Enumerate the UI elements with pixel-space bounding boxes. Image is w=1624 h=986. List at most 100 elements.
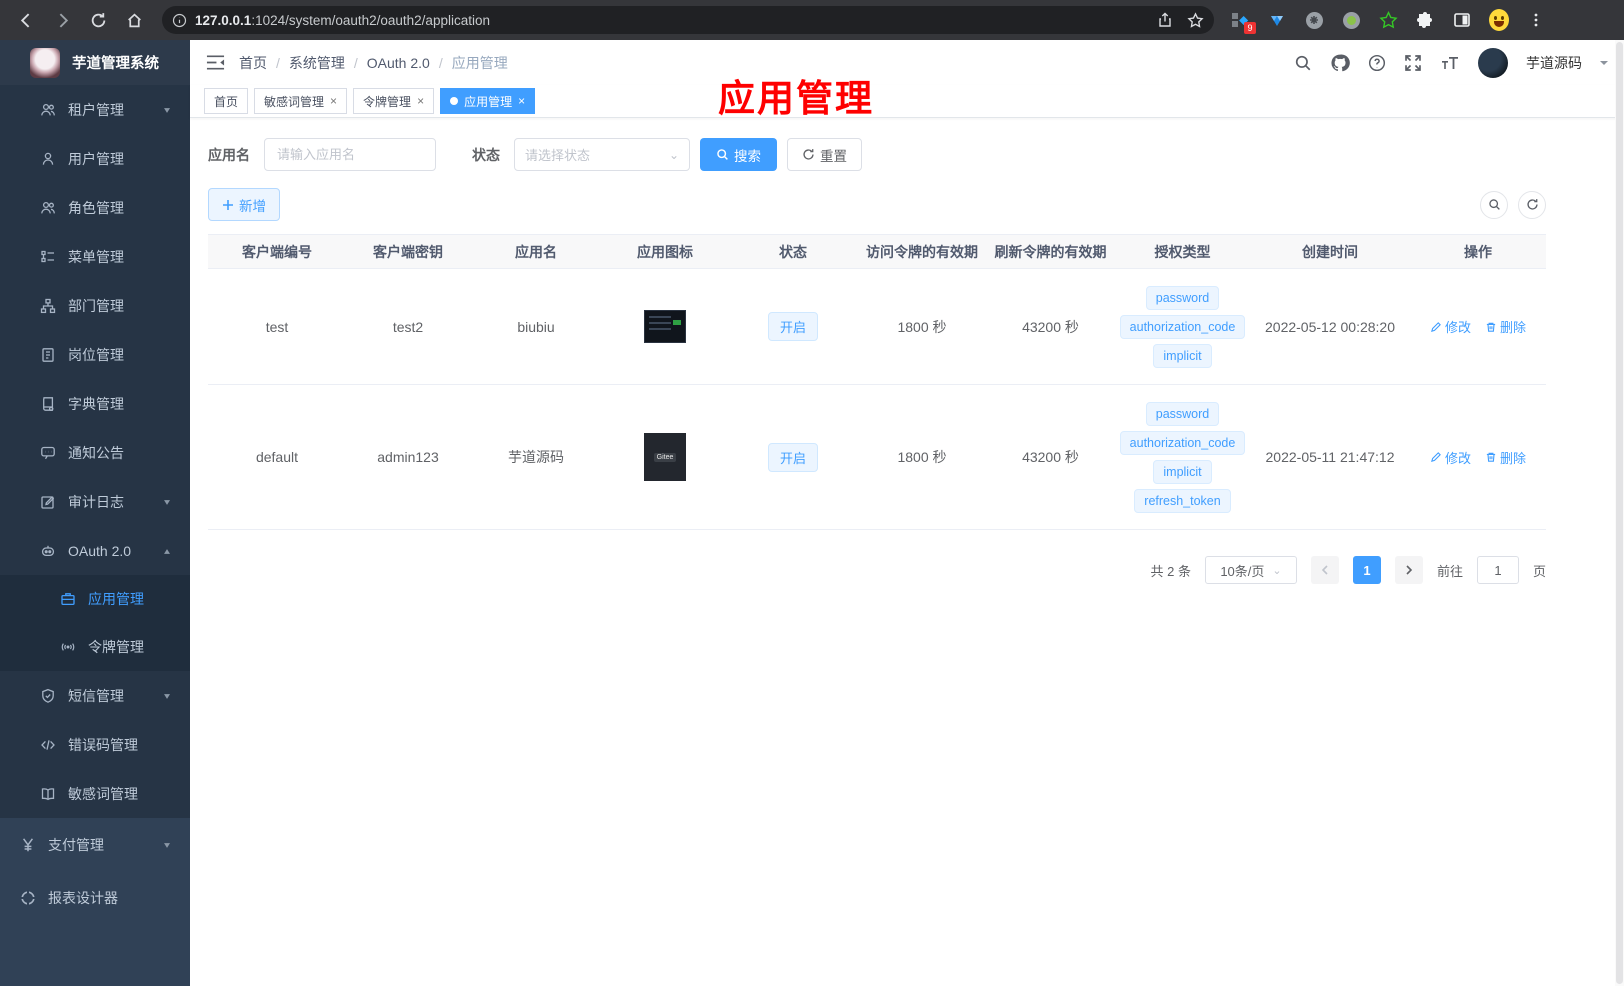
close-icon[interactable]: × [330, 94, 337, 108]
close-icon[interactable]: × [417, 94, 424, 108]
sidebar-item-report-designer[interactable]: 报表设计器 [0, 871, 190, 924]
bookmark-star-icon[interactable] [1187, 11, 1204, 29]
extension-command-icon[interactable] [1304, 10, 1324, 30]
breadcrumb-home[interactable]: 首页 [239, 53, 267, 73]
grant-type-tag: password [1145, 401, 1220, 426]
role-icon [41, 201, 55, 213]
logo-row[interactable]: 芋道管理系统 [0, 40, 190, 85]
sidebar-item-oauth[interactable]: OAuth 2.0 ▴ [0, 526, 190, 575]
add-button[interactable]: 新增 [208, 188, 280, 221]
goto-page-input[interactable] [1476, 556, 1519, 584]
breadcrumb-system[interactable]: 系统管理 [289, 53, 345, 73]
profile-avatar-icon[interactable] [1489, 9, 1509, 31]
extension-record-icon[interactable] [1341, 10, 1361, 30]
sidebar-collapse-icon[interactable] [206, 54, 225, 71]
reset-button[interactable]: 重置 [787, 138, 862, 171]
sidebar-item-sms[interactable]: 短信管理 ▾ [0, 671, 190, 720]
plus-icon [223, 199, 233, 210]
open-book-icon [41, 787, 55, 800]
sidebar-item-dept[interactable]: 部门管理 [0, 281, 190, 330]
font-size-icon[interactable] [1440, 55, 1460, 71]
sidebar-item-error-code[interactable]: 错误码管理 [0, 720, 190, 769]
report-designer-icon [21, 890, 35, 905]
current-page-button[interactable]: 1 [1352, 556, 1381, 584]
sidebar-item-post[interactable]: 岗位管理 [0, 330, 190, 379]
close-icon[interactable]: × [518, 94, 525, 108]
extensions-puzzle-icon[interactable] [1415, 10, 1435, 30]
app-title: 芋道管理系统 [72, 56, 159, 72]
tree-menu-icon [41, 250, 54, 262]
split-view-icon[interactable] [1452, 10, 1472, 30]
user-avatar[interactable] [1478, 47, 1508, 78]
table-header-row: 客户端编号 客户端密钥 应用名 应用图标 状态 访问令牌的有效期 刷新令牌的有效… [208, 234, 1546, 269]
sidebar-item-sensitive-word[interactable]: 敏感词管理 [0, 769, 190, 818]
extension-gem-icon[interactable] [1267, 10, 1287, 30]
edit-button[interactable]: 修改 [1430, 317, 1471, 336]
user-icon [42, 152, 54, 165]
browser-forward-icon[interactable] [48, 6, 76, 34]
delete-button[interactable]: 删除 [1485, 317, 1526, 336]
sidebar-item-pay[interactable]: 支付管理 ▾ [0, 818, 190, 871]
search-button[interactable]: 搜索 [700, 138, 777, 171]
tags-view-bar: 首页 敏感词管理 × 令牌管理 × 应用管理 × [190, 85, 1624, 118]
prev-page-button[interactable] [1310, 556, 1339, 584]
scrollbar[interactable] [1615, 40, 1624, 986]
breadcrumb-oauth[interactable]: OAuth 2.0 [367, 55, 430, 71]
tab-application[interactable]: 应用管理 × [440, 88, 536, 114]
extension-grid-icon[interactable]: 9 [1230, 10, 1256, 34]
pagination: 共 2 条 10条/页 ⌄ 1 前往 页 [208, 556, 1546, 584]
table-row: test test2 biubiu 开启 1800 秒 43200 秒 pass… [208, 268, 1546, 385]
chevron-down-icon: ▾ [163, 838, 170, 851]
status-label: 状态 [472, 146, 500, 163]
browser-back-icon[interactable] [12, 6, 40, 34]
col-client-id: 客户端编号 [208, 234, 346, 269]
trash-icon [1486, 452, 1496, 462]
share-icon[interactable] [1157, 12, 1173, 28]
browser-menu-icon[interactable] [1526, 10, 1546, 30]
delete-button[interactable]: 删除 [1485, 448, 1526, 467]
show-search-toggle-button[interactable] [1480, 190, 1508, 219]
tab-sensitive-word[interactable]: 敏感词管理 × [254, 88, 348, 114]
app-name-input[interactable] [264, 138, 436, 171]
col-client-secret: 客户端密钥 [346, 234, 470, 269]
browser-reload-icon[interactable] [84, 6, 112, 34]
github-icon[interactable] [1330, 53, 1350, 73]
breadcrumb-separator: / [438, 54, 443, 71]
browser-toolbar: 127.0.0.1:1024/system/oauth2/oauth2/appl… [0, 0, 1624, 40]
sidebar-item-dict[interactable]: 字典管理 [0, 379, 190, 428]
page-size-select[interactable]: 10条/页 ⌄ [1204, 556, 1297, 584]
annotation-text: 应用管理 [718, 78, 874, 119]
username[interactable]: 芋道源码 [1526, 53, 1582, 73]
tab-token[interactable]: 令牌管理 × [353, 88, 435, 114]
extension-green-star-icon[interactable] [1378, 10, 1398, 30]
sidebar-item-tenant[interactable]: 租户管理 ▾ [0, 85, 190, 134]
notice-icon [41, 446, 55, 459]
refresh-table-button[interactable] [1518, 190, 1546, 219]
sidebar-item-role[interactable]: 角色管理 [0, 183, 190, 232]
browser-home-icon[interactable] [120, 6, 148, 34]
sidebar-item-oauth-token[interactable]: 令牌管理 [0, 623, 190, 671]
tab-home[interactable]: 首页 [204, 88, 249, 114]
header-search-icon[interactable] [1294, 54, 1312, 72]
col-access-ttl: 访问令牌的有效期 [858, 234, 986, 269]
url-text: 127.0.0.1:1024/system/oauth2/oauth2/appl… [195, 12, 490, 28]
site-info-icon[interactable] [172, 13, 187, 28]
next-page-button[interactable] [1394, 556, 1423, 584]
col-grant-types: 授权类型 [1115, 234, 1250, 269]
chevron-down-icon: ▾ [163, 103, 170, 116]
user-menu-caret-icon[interactable] [1600, 60, 1608, 69]
total-count: 共 2 条 [1150, 563, 1191, 579]
yen-icon [22, 837, 34, 851]
table-row: default admin123 芋道源码 Gitee 开启 1800 秒 43… [208, 384, 1546, 530]
sidebar-item-audit-log[interactable]: 审计日志 ▾ [0, 477, 190, 526]
sidebar-item-notice[interactable]: 通知公告 [0, 428, 190, 477]
sidebar-item-menu[interactable]: 菜单管理 [0, 232, 190, 281]
help-icon[interactable] [1368, 54, 1386, 72]
url-bar[interactable]: 127.0.0.1:1024/system/oauth2/oauth2/appl… [162, 6, 1214, 34]
sidebar-item-oauth-application[interactable]: 应用管理 [0, 575, 190, 623]
status-select[interactable]: 请选择状态 ⌄ [514, 138, 690, 171]
sidebar-item-user[interactable]: 用户管理 [0, 134, 190, 183]
fullscreen-icon[interactable] [1404, 54, 1422, 72]
edit-button[interactable]: 修改 [1430, 448, 1471, 467]
page-unit-label: 页 [1532, 563, 1546, 579]
